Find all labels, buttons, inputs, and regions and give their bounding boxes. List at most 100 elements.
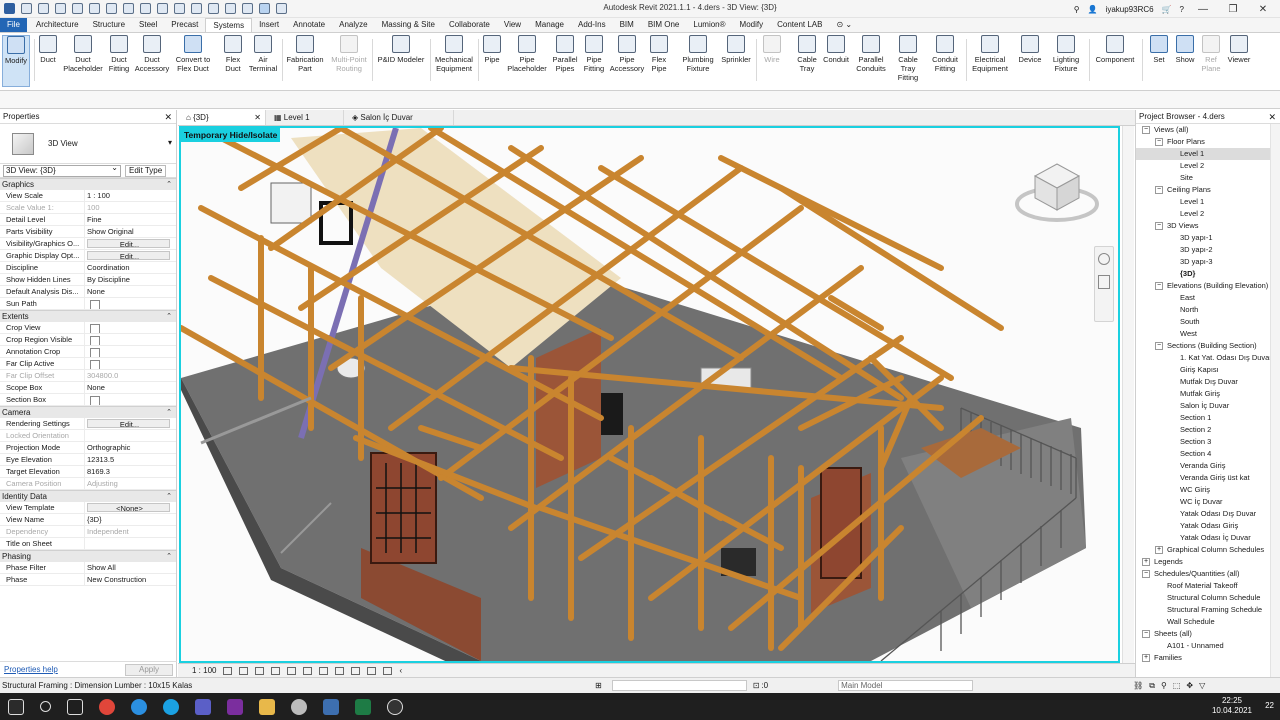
browser-item-views-all[interactable]: − Views (all) [1136,124,1280,136]
parallel-pipes-button[interactable]: Parallel Pipes [550,35,580,73]
browser-item-3d-yap-2[interactable]: 3D yapı-2 [1136,244,1280,256]
worksets-icon[interactable]: ⊞ [595,681,602,690]
browser-item-sections-building-section[interactable]: − Sections (Building Section) [1136,340,1280,352]
open-icon[interactable] [21,3,32,14]
temporary-hide-icon[interactable] [351,666,361,675]
measure-icon[interactable] [123,3,134,14]
property-value[interactable]: Show Original [85,226,176,237]
browser-icon[interactable] [291,698,307,715]
group-header-phasing[interactable]: Phasing ⌃ [0,550,176,562]
browser-item-ceiling-plans[interactable]: − Ceiling Plans [1136,184,1280,196]
close-icon[interactable]: ✕ [164,110,172,124]
undo-icon[interactable] [72,3,83,14]
browser-item-section-4[interactable]: Section 4 [1136,448,1280,460]
default-3d-view-icon[interactable] [191,3,202,14]
browser-item-section-1[interactable]: Section 1 [1136,412,1280,424]
browser-item-yatak-odas-d-duvar[interactable]: Yatak Odası Dış Duvar [1136,508,1280,520]
maximize-button[interactable]: ❐ [1222,4,1244,15]
teams-icon[interactable] [195,698,211,715]
fabrication-part-button[interactable]: Fabrication Part [284,35,326,73]
properties-help-link[interactable]: Properties help [4,665,58,674]
dimension-icon[interactable] [140,3,151,14]
tab-insert[interactable]: Insert [252,18,286,32]
tab-collaborate[interactable]: Collaborate [442,18,497,32]
component-button[interactable]: Component [1091,35,1139,64]
chevron-left-icon[interactable]: ‹ [399,666,402,675]
lighting-fixture-button[interactable]: Lighting Fixture [1047,35,1085,73]
browser-item-structural-column-schedule[interactable]: Structural Column Schedule [1136,592,1280,604]
conduit-fitting-button[interactable]: Conduit Fitting [928,35,962,73]
browser-item-graphical-column-schedules[interactable]: + Graphical Column Schedules [1136,544,1280,556]
viewcube-icon[interactable] [1014,158,1100,228]
browser-item-3d-views[interactable]: −3D Views [1136,220,1280,232]
browser-item-3d-yap-3[interactable]: 3D yapı-3 [1136,256,1280,268]
property-edit-button[interactable]: Edit... [87,419,170,428]
property-checkbox[interactable] [85,298,176,309]
property-edit-button[interactable]: <None> [87,503,170,512]
property-value[interactable]: Fine [85,214,176,225]
browser-item-yatak-odas-i-duvar[interactable]: Yatak Odası İç Duvar [1136,532,1280,544]
browser-item-west[interactable]: West [1136,328,1280,340]
user-icon[interactable]: 👤 [1088,5,1098,14]
chrome-icon[interactable] [99,698,115,715]
3d-viewport[interactable]: Temporary Hide/Isolate [179,126,1120,663]
editable-only-icon[interactable]: ⊡ [753,681,760,690]
browser-item-level-2[interactable]: Level 2 [1136,160,1280,172]
duct-accessory-button[interactable]: Duct Accessory [133,35,171,73]
collapse-icon[interactable]: ⌃ [166,551,172,563]
property-checkbox[interactable] [85,322,176,333]
property-value[interactable]: Orthographic [85,442,176,453]
flex-duct-button[interactable]: Flex Duct [219,35,247,73]
collapse-icon[interactable]: − [1155,282,1163,290]
obs-icon[interactable] [387,698,403,715]
property-value[interactable]: New Construction [85,574,176,585]
set-workplane-button[interactable]: Set [1146,35,1172,64]
analytical-model-icon[interactable] [383,666,393,675]
crop-view-icon[interactable] [303,666,313,675]
windows-start-icon[interactable] [8,698,24,715]
file-explorer-icon[interactable] [259,698,275,715]
browser-item-mutfak-giri[interactable]: Mutfak Giriş [1136,388,1280,400]
thin-lines-icon[interactable] [225,3,236,14]
browser-item-legends[interactable]: + Legends [1136,556,1280,568]
detail-level-icon[interactable] [223,666,233,675]
browser-item-section-3[interactable]: Section 3 [1136,436,1280,448]
tab-3d-view[interactable]: ⌂ {3D} ✕ [178,110,266,125]
collapse-icon[interactable]: − [1155,222,1163,230]
browser-item-veranda-giri-st-kat[interactable]: Veranda Giriş üst kat [1136,472,1280,484]
building-model-render[interactable] [181,128,1118,661]
tab-manage[interactable]: Manage [528,18,571,32]
browser-item-east[interactable]: East [1136,292,1280,304]
customize-qat-icon[interactable] [276,3,287,14]
viewer-button[interactable]: Viewer [1224,35,1254,64]
show-workplane-button[interactable]: Show [1172,35,1198,64]
duct-placeholder-button[interactable]: Duct Placeholder [61,35,105,73]
browser-item-veranda-giri[interactable]: Veranda Giriş [1136,460,1280,472]
convert-flex-duct-button[interactable]: Convert to Flex Duct [172,35,214,73]
chevron-down-icon[interactable]: ▾ [168,138,172,147]
collapse-icon[interactable]: ⌃ [166,407,172,419]
browser-item-south[interactable]: South [1136,316,1280,328]
close-icon[interactable]: ✕ [254,110,261,125]
group-header-graphics[interactable]: Graphics ⌃ [0,178,176,190]
active-workset-dropdown[interactable] [611,680,747,691]
browser-item-site[interactable]: Site [1136,172,1280,184]
browser-item-3d[interactable]: {3D} [1136,268,1280,280]
close-button[interactable]: ✕ [1252,4,1274,15]
property-checkbox[interactable] [85,334,176,345]
collapse-icon[interactable]: ⌃ [166,179,172,191]
property-checkbox[interactable] [85,394,176,405]
sprinkler-button[interactable]: Sprinkler [718,35,754,64]
revit-taskbar-icon[interactable] [323,698,339,715]
property-value[interactable]: 1 : 100 [85,190,176,201]
vertical-scrollbar[interactable] [1122,126,1134,663]
close-hidden-windows-icon[interactable] [242,3,253,14]
duct-button[interactable]: Duct [36,35,60,64]
select-pinned-icon[interactable]: ⚲ [1161,681,1167,690]
property-value[interactable]: None [85,382,176,393]
property-value[interactable]: By Discipline [85,274,176,285]
save-icon[interactable] [38,3,49,14]
minimize-button[interactable]: — [1192,4,1214,15]
reveal-hidden-icon[interactable] [367,666,377,675]
multipoint-routing-button[interactable]: Multi-Point Routing [328,35,370,73]
